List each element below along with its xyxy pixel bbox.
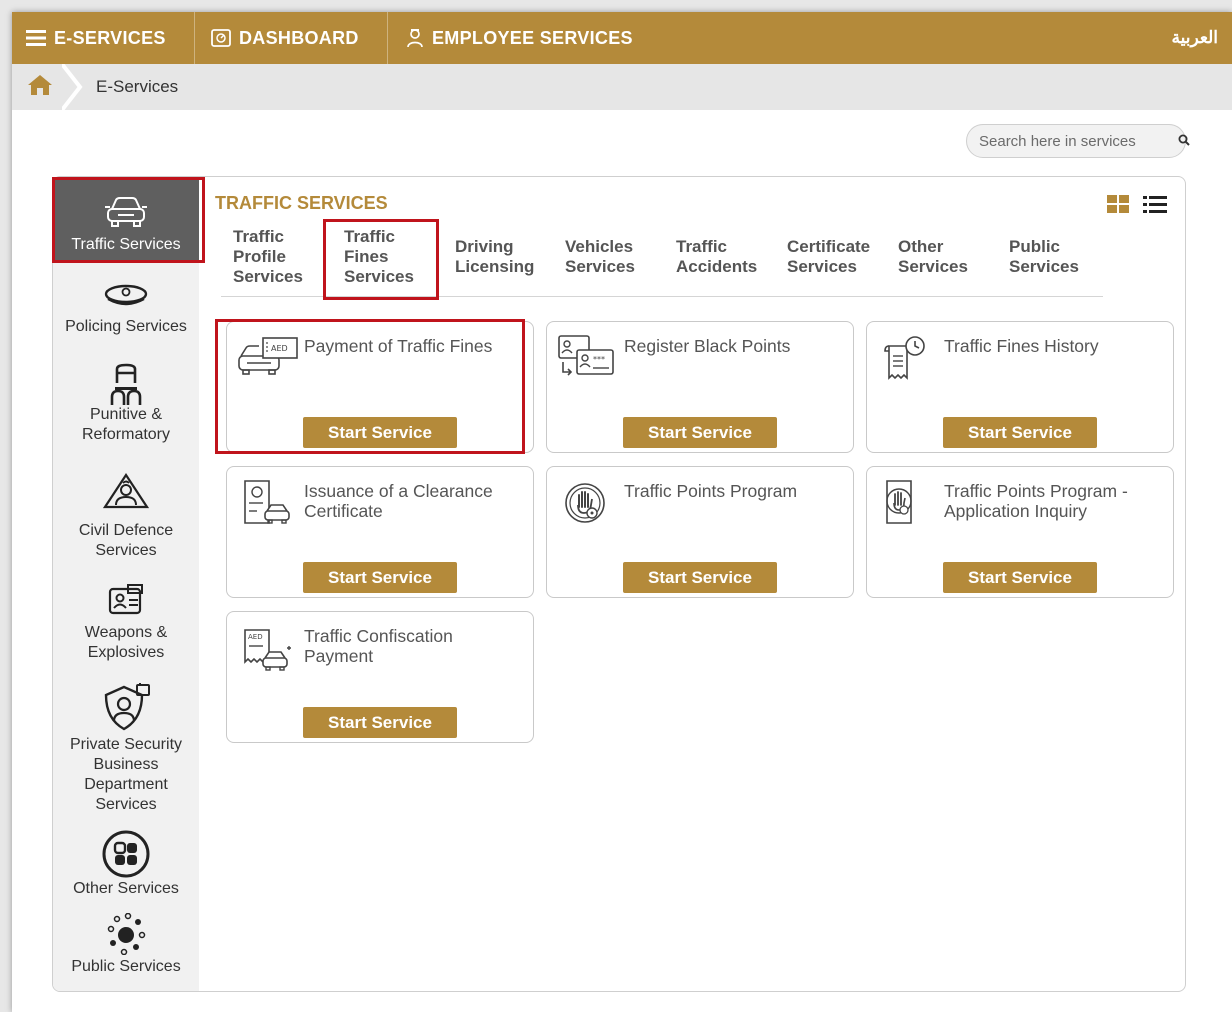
start-service-button[interactable]: Start Service	[303, 417, 457, 448]
sidebar-item-private-security[interactable]: Private Security Business Department Ser…	[53, 683, 199, 823]
car-icon	[104, 195, 148, 229]
sidebar-item-label: Private Security Business Department Ser…	[69, 736, 183, 813]
tab-vehicles-services[interactable]: Vehicles Services	[565, 237, 665, 277]
certificate-car-icon	[237, 479, 299, 534]
sidebar-item-label: Traffic Services	[71, 236, 181, 253]
category-sidebar: Traffic Services Policing Services Punit…	[53, 177, 199, 991]
sidebar-item-public-services[interactable]: Public Services	[53, 913, 199, 989]
nav-dashboard[interactable]: DASHBOARD	[195, 12, 388, 64]
sidebar-item-weapons-explosives[interactable]: Weapons & Explosives	[53, 583, 199, 667]
start-service-button[interactable]: Start Service	[303, 562, 457, 593]
tab-driving-licensing[interactable]: Driving Licensing	[455, 237, 555, 277]
sidebar-item-label: Weapons & Explosives	[84, 624, 168, 661]
nav-employee-services-label: EMPLOYEE SERVICES	[432, 27, 633, 48]
list-view-icon[interactable]	[1143, 195, 1167, 220]
service-card-traffic-points-inquiry: Traffic Points Program - Application Inq…	[866, 466, 1174, 598]
service-card-traffic-confiscation-payment: AED Traffic Confiscation Payment Start S…	[226, 611, 534, 743]
start-service-button[interactable]: Start Service	[943, 562, 1097, 593]
section-title: TRAFFIC SERVICES	[215, 193, 388, 213]
breadcrumb: E-Services	[12, 64, 1232, 110]
top-navigation: E-SERVICES DASHBOARD EMPLOYEE SERVICES ا…	[12, 12, 1232, 64]
language-switch[interactable]: العربية	[1172, 12, 1218, 64]
history-receipt-icon	[877, 334, 939, 389]
tab-traffic-fines-services[interactable]: Traffic Fines Services	[344, 227, 434, 287]
grid-view-icon[interactable]	[1107, 195, 1129, 220]
tab-traffic-accidents[interactable]: Traffic Accidents	[676, 237, 776, 277]
sidebar-item-label: Civil Defence Services	[78, 522, 174, 559]
tab-other-services[interactable]: Other Services	[898, 237, 988, 277]
sidebar-item-label: Other Services	[73, 880, 179, 897]
nav-eservices[interactable]: E-SERVICES	[12, 12, 195, 64]
service-tabs: Traffic Profile Services Traffic Fines S…	[221, 227, 1103, 297]
sidebar-item-policing-services[interactable]: Policing Services	[53, 281, 199, 345]
fire-helmet-icon	[103, 473, 149, 513]
security-guard-icon	[99, 683, 153, 733]
service-card-payment-of-traffic-fines: AED Payment of Traffic Fines Start Servi…	[226, 321, 534, 453]
nav-dashboard-label: DASHBOARD	[239, 27, 359, 48]
nav-eservices-label: E-SERVICES	[54, 27, 166, 48]
start-service-button[interactable]: Start Service	[303, 707, 457, 738]
card-title: Traffic Points Program - Application Inq…	[944, 481, 1128, 521]
service-card-register-black-points: *** Register Black Points Start Service	[546, 321, 854, 453]
nav-employee-services[interactable]: EMPLOYEE SERVICES	[388, 12, 655, 64]
breadcrumb-home[interactable]	[12, 64, 68, 110]
services-panel: Traffic Services Policing Services Punit…	[52, 176, 1186, 992]
network-icon	[106, 913, 146, 955]
prison-icon	[109, 363, 143, 405]
search-icon[interactable]	[1178, 134, 1190, 149]
card-title: Traffic Points Program	[624, 481, 798, 501]
card-title: Register Black Points	[624, 336, 791, 356]
service-search	[966, 124, 1190, 158]
card-title: Payment of Traffic Fines	[304, 336, 493, 356]
hand-stop-icon	[557, 479, 619, 534]
service-card-traffic-fines-history: Traffic Fines History Start Service	[866, 321, 1174, 453]
app-window: E-SERVICES DASHBOARD EMPLOYEE SERVICES ا…	[12, 12, 1232, 1012]
svg-text:AED: AED	[248, 633, 263, 641]
sidebar-item-traffic-services[interactable]: Traffic Services	[53, 179, 199, 263]
tab-public-services[interactable]: Public Services	[1009, 237, 1099, 277]
sidebar-item-civil-defence-services[interactable]: Civil Defence Services	[53, 473, 199, 559]
svg-text:AED: AED	[271, 344, 288, 353]
police-cap-icon	[102, 281, 150, 311]
service-card-clearance-certificate: Issuance of a Clearance Certificate Star…	[226, 466, 534, 598]
card-title: Traffic Fines History	[944, 336, 1099, 356]
tab-traffic-profile-services[interactable]: Traffic Profile Services	[233, 227, 323, 287]
breadcrumb-current[interactable]: E-Services	[96, 77, 178, 97]
service-card-traffic-points-program: Traffic Points Program Start Service	[546, 466, 854, 598]
sidebar-item-other-services[interactable]: Other Services	[53, 829, 199, 899]
svg-text:***: ***	[593, 355, 605, 364]
dashboard-icon	[211, 29, 231, 47]
start-service-button[interactable]: Start Service	[623, 562, 777, 593]
card-title: Issuance of a Clearance Certificate	[304, 481, 493, 521]
hand-document-icon	[877, 479, 939, 534]
car-fine-aed-icon: AED	[237, 334, 299, 389]
breadcrumb-chevron	[62, 64, 83, 110]
start-service-button[interactable]: Start Service	[623, 417, 777, 448]
tab-certificate-services[interactable]: Certificate Services	[787, 237, 887, 277]
id-card-icon	[104, 583, 148, 617]
card-title: Traffic Confiscation Payment	[304, 626, 453, 666]
start-service-button[interactable]: Start Service	[943, 417, 1097, 448]
sidebar-item-label: Policing Services	[65, 318, 187, 335]
employee-icon	[406, 28, 424, 48]
id-cards-icon: ***	[557, 334, 619, 389]
receipt-car-aed-icon: AED	[237, 624, 299, 679]
grid-circle-icon	[101, 829, 151, 879]
home-icon	[27, 74, 53, 101]
view-toggle	[1107, 195, 1167, 220]
sidebar-item-label: Punitive & Reformatory	[81, 406, 171, 443]
search-input[interactable]	[979, 132, 1178, 150]
hamburger-menu-icon	[26, 30, 46, 46]
sidebar-item-punitive-reformatory[interactable]: Punitive & Reformatory	[53, 363, 199, 447]
sidebar-item-label: Public Services	[71, 958, 181, 975]
